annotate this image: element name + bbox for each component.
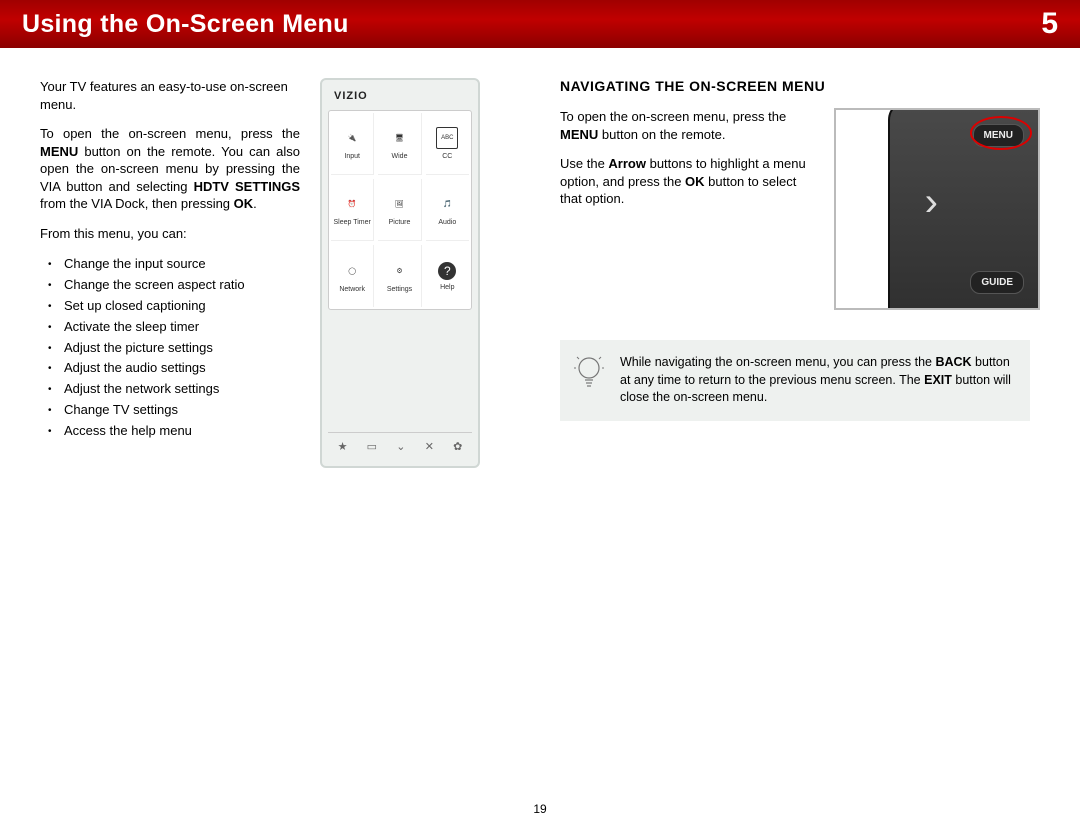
menu-grid: 🔌Input 🖥Wide ABCCC ⏰Sleep Timer 🖼Picture…	[328, 110, 472, 310]
list-item: Adjust the audio settings	[46, 358, 300, 379]
network-icon: ◯	[341, 260, 363, 282]
menu-cell-wide: 🖥Wide	[378, 113, 421, 175]
list-item: Activate the sleep timer	[46, 317, 300, 338]
rect-icon: ▭	[367, 440, 377, 453]
lightbulb-icon	[574, 354, 604, 394]
menu-cell-network: ◯Network	[331, 245, 374, 307]
capability-list: Change the input source Change the scree…	[46, 254, 300, 441]
menu-cell-cc: ABCCC	[426, 113, 469, 175]
menu-cell-help: ?Help	[426, 245, 469, 307]
menu-cell-audio: 🎵Audio	[426, 179, 469, 241]
input-icon: 🔌	[341, 127, 363, 149]
remote-illustration: › MENU GUIDE	[834, 108, 1040, 310]
left-text-block: Your TV features an easy-to-use on-scree…	[40, 78, 300, 468]
cc-icon: ABC	[436, 127, 458, 149]
remote-guide-button: GUIDE	[970, 271, 1024, 294]
list-item: Access the help menu	[46, 421, 300, 442]
list-item: Change the input source	[46, 254, 300, 275]
right-top-text: To open the on-screen menu, press the ME…	[560, 108, 820, 220]
menu-cell-input: 🔌Input	[331, 113, 374, 175]
close-icon: ✕	[425, 440, 434, 453]
gear-icon: ✿	[453, 440, 462, 453]
nav-para-1: To open the on-screen menu, press the ME…	[560, 108, 820, 143]
menu-cell-settings: ⚙Settings	[378, 245, 421, 307]
menu-cell-picture: 🖼Picture	[378, 179, 421, 241]
chevron-down-icon: ⌄	[396, 440, 405, 453]
picture-icon: 🖼	[388, 193, 410, 215]
star-icon: ★	[338, 440, 348, 453]
audio-icon: 🎵	[436, 193, 458, 215]
open-menu-paragraph: To open the on-screen menu, press the ME…	[40, 125, 300, 213]
page-content: Your TV features an easy-to-use on-scree…	[0, 48, 1080, 468]
list-item: Adjust the picture settings	[46, 338, 300, 359]
tip-callout: While navigating the on-screen menu, you…	[560, 340, 1030, 421]
from-this-menu: From this menu, you can:	[40, 225, 300, 243]
chapter-title: Using the On-Screen Menu	[22, 10, 349, 39]
wide-icon: 🖥	[388, 127, 410, 149]
vizio-logo: VIZIO	[328, 86, 472, 110]
intro-paragraph: Your TV features an easy-to-use on-scree…	[40, 78, 300, 113]
onscreen-menu-illustration: VIZIO 🔌Input 🖥Wide ABCCC ⏰Sleep Timer 🖼P…	[320, 78, 480, 468]
menu-footer-icons: ★ ▭ ⌄ ✕ ✿	[328, 432, 472, 460]
menu-button-highlight	[970, 116, 1032, 150]
chapter-header-bar: Using the On-Screen Menu 5	[0, 0, 1080, 48]
right-column: NAVIGATING THE ON-SCREEN MENU To open th…	[560, 78, 1040, 468]
nav-para-2: Use the Arrow buttons to highlight a men…	[560, 155, 820, 208]
list-item: Set up closed captioning	[46, 296, 300, 317]
right-arrow-icon: ›	[925, 180, 938, 225]
right-top-row: To open the on-screen menu, press the ME…	[560, 108, 1040, 310]
left-column: Your TV features an easy-to-use on-scree…	[40, 78, 520, 468]
menu-cell-sleep: ⏰Sleep Timer	[331, 179, 374, 241]
settings-icon: ⚙	[388, 260, 410, 282]
section-heading: NAVIGATING THE ON-SCREEN MENU	[560, 78, 1040, 94]
chapter-number: 5	[1041, 7, 1058, 41]
page-number: 19	[533, 802, 546, 816]
sleep-timer-icon: ⏰	[341, 193, 363, 215]
list-item: Adjust the network settings	[46, 379, 300, 400]
list-item: Change the screen aspect ratio	[46, 275, 300, 296]
list-item: Change TV settings	[46, 400, 300, 421]
help-icon: ?	[438, 262, 456, 280]
